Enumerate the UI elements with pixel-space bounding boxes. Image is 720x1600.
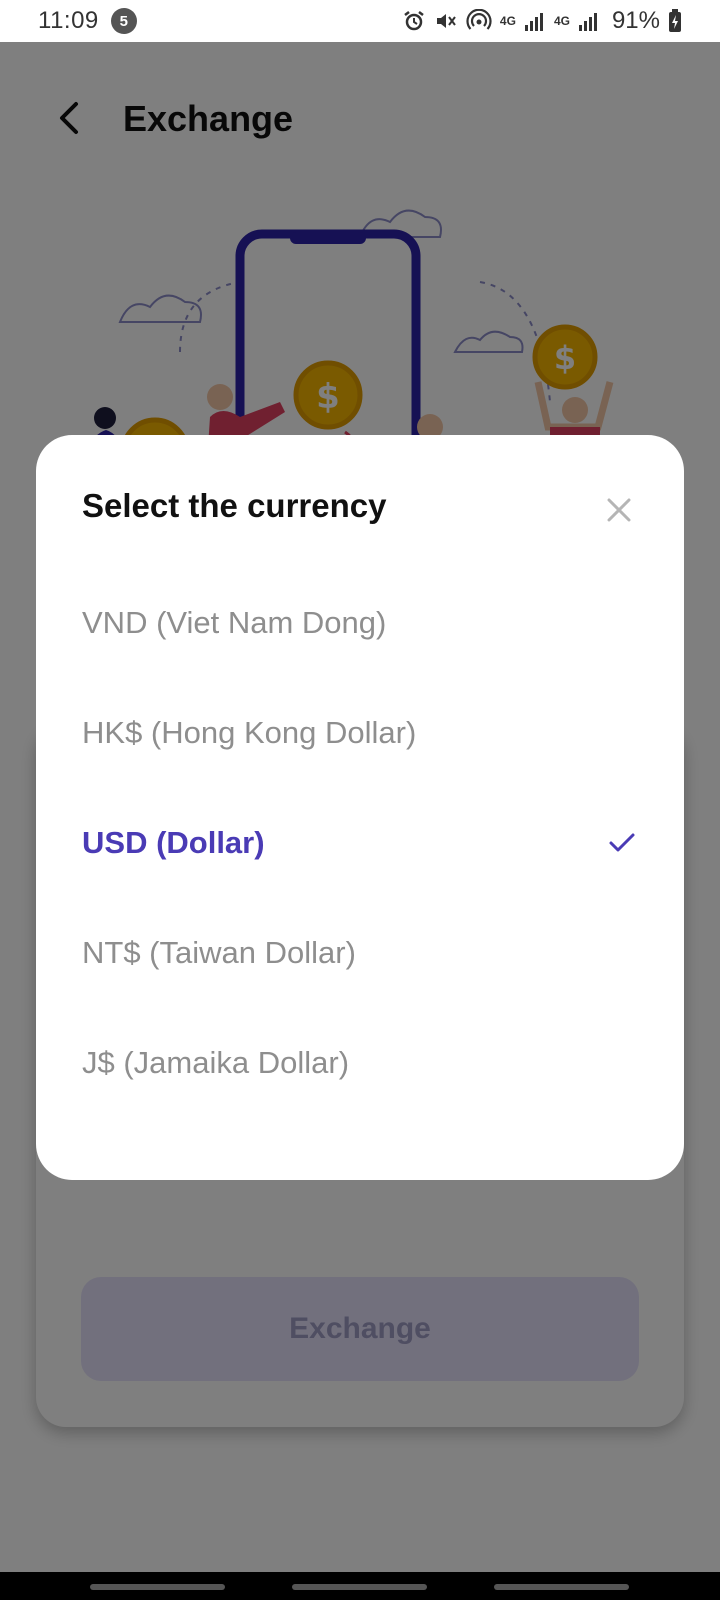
currency-option-label: USD (Dollar) xyxy=(82,825,265,860)
notification-count-badge: 5 xyxy=(110,8,137,34)
battery-charging-icon xyxy=(669,9,681,32)
currency-option-label: VND (Viet Nam Dong) xyxy=(82,605,387,640)
status-bar: 11:09 5 4G 4G 91% xyxy=(0,0,720,42)
modal-title: Select the currency xyxy=(82,487,387,524)
currency-select-modal: Select the currency VND (Viet Nam Dong) … xyxy=(36,435,684,1180)
currency-option-ntd[interactable]: NT$ (Taiwan Dollar) xyxy=(36,908,684,998)
network-type-2: 4G xyxy=(553,14,570,28)
signal-icon xyxy=(524,13,543,31)
mute-icon xyxy=(436,14,456,28)
status-time: 11:09 xyxy=(38,7,99,34)
signal-icon-2 xyxy=(578,13,597,31)
checkmark-icon xyxy=(609,833,635,852)
battery-percent: 91% xyxy=(611,7,660,34)
currency-option-hkd[interactable]: HK$ (Hong Kong Dollar) xyxy=(36,688,684,778)
system-nav-bar xyxy=(0,1572,720,1600)
currency-option-jmd[interactable]: J$ (Jamaika Dollar) xyxy=(36,1018,684,1108)
currency-option-label: NT$ (Taiwan Dollar) xyxy=(82,935,356,970)
hotspot-icon xyxy=(466,9,492,30)
nav-home-handle[interactable] xyxy=(292,1584,427,1590)
close-icon[interactable] xyxy=(602,493,636,527)
nav-back-handle[interactable] xyxy=(494,1584,629,1590)
currency-option-label: HK$ (Hong Kong Dollar) xyxy=(82,715,417,750)
currency-option-usd[interactable]: USD (Dollar) xyxy=(36,798,684,888)
currency-option-label: J$ (Jamaika Dollar) xyxy=(82,1045,350,1080)
currency-option-vnd[interactable]: VND (Viet Nam Dong) xyxy=(36,578,684,668)
nav-recents-handle[interactable] xyxy=(90,1584,225,1590)
alarm-icon xyxy=(404,11,424,31)
status-icons: 4G 4G 91% xyxy=(402,7,682,35)
network-type-1: 4G xyxy=(499,14,516,28)
